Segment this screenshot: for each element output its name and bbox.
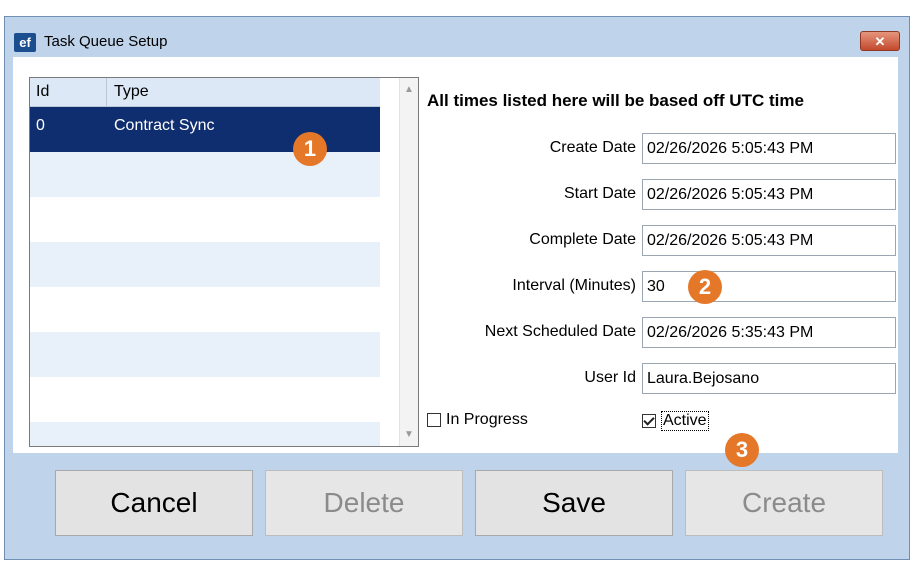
- start-date-field[interactable]: [642, 179, 896, 210]
- active-box[interactable]: [642, 414, 656, 428]
- user-id-label: User Id: [584, 369, 636, 386]
- callout-marker-2: 2: [688, 270, 722, 304]
- task-queue-setup-window: ef Task Queue Setup ✕ Id Type 0 Contract…: [4, 16, 910, 560]
- cancel-button[interactable]: Cancel: [55, 470, 253, 536]
- empty-row: [30, 152, 380, 197]
- task-queue-grid[interactable]: Id Type 0 Contract Sync ▲ ▼: [29, 77, 419, 447]
- start-date-label: Start Date: [563, 185, 636, 202]
- in-progress-label: In Progress: [446, 411, 528, 428]
- create-date-field[interactable]: [642, 133, 896, 164]
- callout-marker-3: 3: [725, 433, 759, 467]
- column-separator: [106, 78, 107, 106]
- cell-type: Contract Sync: [114, 117, 215, 134]
- scroll-down-icon[interactable]: ▼: [400, 429, 418, 440]
- delete-button[interactable]: Delete: [265, 470, 463, 536]
- active-checkbox[interactable]: Active: [642, 411, 709, 431]
- dialog-content: Id Type 0 Contract Sync ▲ ▼ 1 All times …: [13, 57, 898, 467]
- in-progress-checkbox[interactable]: In Progress: [427, 411, 528, 429]
- empty-row: [30, 242, 380, 287]
- create-button[interactable]: Create: [685, 470, 883, 536]
- column-header-type[interactable]: Type: [114, 83, 149, 101]
- active-label: Active: [661, 411, 709, 431]
- grid-header: Id Type: [30, 78, 380, 107]
- user-id-field[interactable]: [642, 363, 896, 394]
- scroll-up-icon[interactable]: ▲: [400, 84, 418, 95]
- callout-marker-1: 1: [293, 132, 327, 166]
- in-progress-box[interactable]: [427, 413, 441, 427]
- utc-notice: All times listed here will be based off …: [427, 91, 804, 110]
- next-scheduled-date-label: Next Scheduled Date: [484, 323, 636, 340]
- cell-id: 0: [36, 117, 45, 134]
- empty-row: [30, 377, 380, 422]
- interval-field[interactable]: [642, 271, 896, 302]
- column-header-id[interactable]: Id: [36, 83, 49, 101]
- empty-row: [30, 287, 380, 332]
- create-date-label: Create Date: [549, 139, 636, 156]
- empty-row: [30, 197, 380, 242]
- window-title: Task Queue Setup: [44, 33, 168, 50]
- grid-scrollbar[interactable]: ▲ ▼: [399, 78, 418, 446]
- next-scheduled-date-field[interactable]: [642, 317, 896, 348]
- table-row[interactable]: 0 Contract Sync: [30, 107, 380, 152]
- close-button[interactable]: ✕: [860, 31, 900, 51]
- empty-row: [30, 332, 380, 377]
- empty-row: [30, 422, 380, 446]
- complete-date-field[interactable]: [642, 225, 896, 256]
- title-bar[interactable]: ef Task Queue Setup ✕: [5, 17, 909, 55]
- interval-label: Interval (Minutes): [512, 277, 636, 294]
- complete-date-label: Complete Date: [529, 231, 636, 248]
- app-logo-icon: ef: [14, 33, 36, 52]
- save-button[interactable]: Save: [475, 470, 673, 536]
